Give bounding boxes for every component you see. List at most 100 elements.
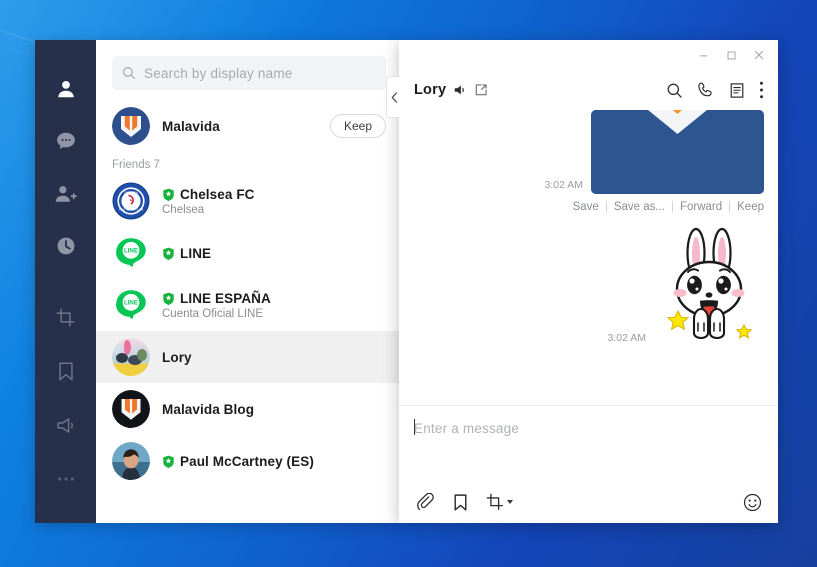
list-item[interactable]: Malavida Blog — [96, 383, 400, 435]
maximize-button[interactable] — [718, 44, 744, 66]
sidebar-item-more[interactable] — [44, 457, 88, 501]
list-item[interactable]: Paul McCartney (ES) — [96, 435, 400, 487]
friends-group-header: Friends 7 — [112, 159, 160, 171]
timeline-icon — [57, 237, 74, 255]
message-actions: Save | Save as... | Forward | Keep — [413, 194, 764, 213]
close-button[interactable] — [746, 44, 772, 66]
search-container: Search by display name — [96, 40, 400, 100]
malavida-banner — [591, 110, 764, 194]
contacts-list: CHELSEA FOOTBALL CLUB Chelsea FC Chelsea — [96, 175, 400, 523]
verified-badge-icon — [163, 292, 174, 305]
cony-rabbit-sticker[interactable] — [656, 227, 764, 347]
lory-photo — [112, 338, 150, 376]
add-friends-icon — [55, 185, 77, 202]
search-placeholder: Search by display name — [144, 65, 293, 81]
notes-button[interactable] — [729, 82, 745, 99]
chevron-down-icon — [507, 500, 513, 504]
collapse-panel-button[interactable] — [386, 76, 400, 118]
composer-toolbar — [399, 481, 778, 523]
list-item-status: Cuenta Oficial LINE — [162, 307, 263, 320]
save-action[interactable]: Save — [573, 201, 599, 213]
list-item-name: Lory — [162, 349, 192, 365]
maximize-icon — [727, 51, 735, 59]
sidebar-item-chats[interactable] — [44, 120, 88, 162]
text-caret — [414, 419, 415, 435]
verified-badge-icon — [163, 455, 174, 468]
avatar — [112, 442, 150, 480]
message-sticker: 3:02 AM — [413, 227, 764, 347]
more-menu-button[interactable] — [759, 81, 764, 99]
list-item-lory[interactable]: Lory — [96, 331, 400, 383]
forward-action[interactable]: Forward — [680, 201, 722, 213]
message-composer: Enter a message — [399, 405, 778, 523]
attach-file-icon — [417, 492, 434, 510]
verified-badge-icon — [163, 247, 174, 260]
attach-file-button[interactable] — [416, 492, 435, 512]
svg-text:CHELSEA: CHELSEA — [124, 190, 138, 194]
malavida-logo — [112, 107, 150, 145]
keep-bookmark-button[interactable] — [452, 493, 469, 512]
sidebar-item-screen-capture[interactable] — [44, 295, 88, 339]
chat-window: Lory 3:02 AM Save | Save as... | Forward… — [399, 40, 778, 523]
sidebar-item-timeline[interactable] — [44, 225, 88, 267]
message-list: 3:02 AM Save | Save as... | Forward | Ke… — [399, 110, 778, 405]
message-timestamp: 3:02 AM — [607, 332, 646, 344]
megaphone-icon — [56, 417, 73, 433]
screen-capture-button[interactable] — [486, 493, 513, 511]
avatar: LINE — [112, 234, 150, 272]
keep-action[interactable]: Keep — [737, 201, 764, 213]
list-item-name: Malavida Blog — [162, 401, 255, 417]
save-as-action[interactable]: Save as... — [614, 201, 665, 213]
call-button[interactable] — [697, 81, 715, 99]
minimize-icon — [699, 54, 707, 56]
action-separator: | — [670, 201, 674, 213]
sidebar-item-friends[interactable] — [44, 68, 88, 110]
keep-button[interactable]: Keep — [329, 114, 386, 138]
list-item-meta: Malavida Blog — [162, 402, 386, 417]
own-profile-row[interactable]: Malavida Keep — [96, 100, 400, 152]
chat-title: Lory — [414, 82, 447, 98]
list-item-status: Chelsea — [162, 203, 205, 216]
avatar — [112, 390, 150, 428]
chat-header: Lory — [399, 70, 778, 110]
notes-icon — [730, 82, 744, 98]
avatar — [112, 338, 150, 376]
contacts-pane: Search by display name Malavida Keep Fri… — [96, 40, 400, 523]
list-item[interactable]: LINE LINE — [96, 227, 400, 279]
line-main-window: Search by display name Malavida Keep Fri… — [35, 40, 400, 523]
chats-icon — [56, 133, 75, 150]
sidebar-item-keep[interactable] — [44, 349, 88, 393]
avatar: LINE — [112, 286, 150, 324]
search-icon — [667, 83, 682, 98]
avatar — [112, 107, 150, 145]
minimize-button[interactable] — [690, 44, 716, 66]
screenshot-icon — [486, 493, 503, 510]
malavida-dark — [112, 390, 150, 428]
more-icon — [57, 477, 74, 481]
chat-header-actions — [666, 81, 764, 99]
message-input[interactable]: Enter a message — [399, 406, 778, 481]
popout-window-icon[interactable] — [474, 83, 488, 97]
list-item[interactable]: CHELSEA FOOTBALL CLUB Chelsea FC Chelsea — [96, 175, 400, 227]
bookmark-icon — [454, 493, 467, 511]
search-input[interactable]: Search by display name — [112, 56, 386, 90]
list-item-name: LINE — [180, 245, 212, 261]
list-item-name: Chelsea FC — [180, 186, 255, 202]
sidebar-item-add-friends[interactable] — [44, 173, 88, 215]
svg-text:LINE: LINE — [124, 299, 138, 306]
sidebar-item-announcements[interactable] — [44, 403, 88, 447]
mute-speaker-icon[interactable] — [453, 83, 467, 97]
own-profile-meta: Malavida — [162, 119, 318, 134]
message-placeholder: Enter a message — [414, 421, 520, 436]
list-item[interactable]: LINE LINE ESPAÑA Cuenta Oficial LINE — [96, 279, 400, 331]
rail-bottom-group — [44, 295, 88, 523]
action-separator: | — [728, 201, 732, 213]
message-timestamp: 3:02 AM — [544, 179, 583, 191]
line-logo: LINE — [112, 234, 150, 272]
chat-search-button[interactable] — [666, 82, 683, 99]
list-item-meta: Chelsea FC Chelsea — [162, 187, 386, 216]
emoji-button[interactable] — [743, 493, 762, 512]
verified-badge-icon — [163, 188, 174, 201]
message-image-bubble[interactable] — [591, 110, 764, 194]
message-image: 3:02 AM — [413, 110, 764, 194]
